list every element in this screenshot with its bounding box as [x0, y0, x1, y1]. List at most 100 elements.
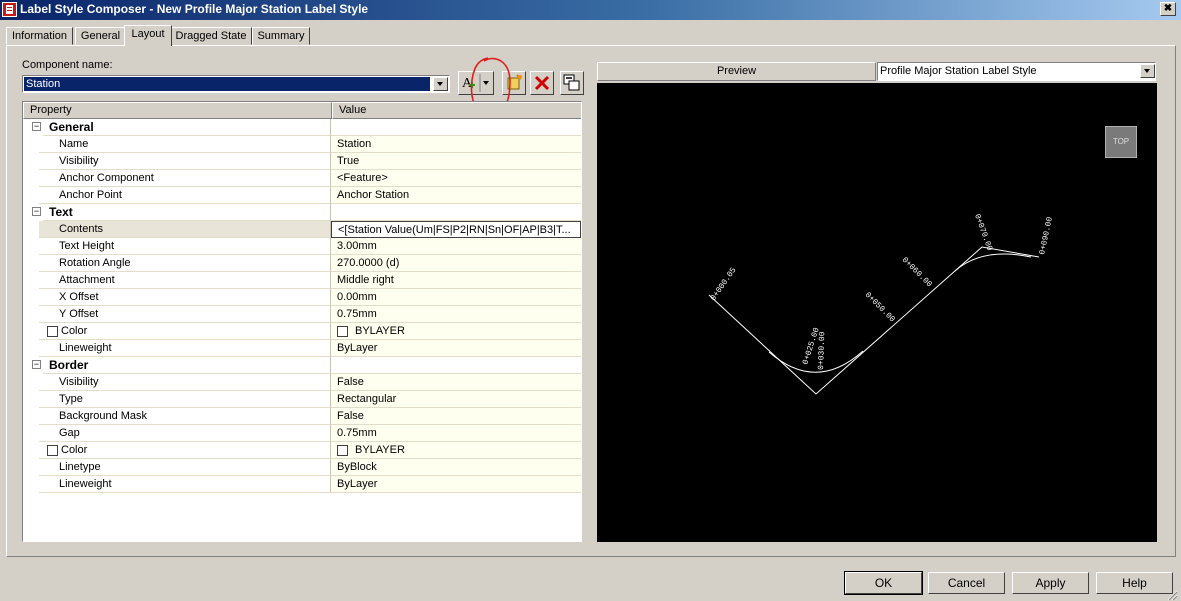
grid-property-row[interactable]: Anchor Point Anchor Station	[23, 187, 581, 204]
component-name-value: Station	[24, 77, 430, 91]
property-column-header[interactable]: Property	[23, 102, 332, 119]
row-gutter	[23, 442, 39, 459]
grid-property-row[interactable]: Lineweight ByLayer	[23, 340, 581, 357]
close-icon[interactable]: ✖	[1160, 2, 1176, 16]
property-value[interactable]: <Feature>	[331, 170, 581, 187]
property-name: Anchor Component	[39, 170, 331, 187]
property-name: Text	[43, 204, 331, 221]
collapse-icon[interactable]: −	[32, 122, 41, 131]
component-draw-order-button[interactable]	[560, 71, 584, 95]
tab-information[interactable]: Information	[6, 27, 73, 45]
preview-canvas[interactable]: TOP 0+000.05 0+025.00 0+030.00 0+050.00 …	[597, 83, 1157, 542]
row-gutter	[23, 153, 39, 170]
property-value[interactable]: Station	[331, 136, 581, 153]
color-swatch	[337, 326, 348, 337]
property-value[interactable]: ByBlock	[331, 459, 581, 476]
grid-property-row[interactable]: Name Station	[23, 136, 581, 153]
component-name-combo[interactable]: Station	[22, 75, 450, 93]
window-title: Label Style Composer - New Profile Major…	[20, 2, 369, 16]
property-value[interactable]: 270.0000 (d)	[331, 255, 581, 272]
property-name: Visibility	[39, 374, 331, 391]
property-name: Attachment	[39, 272, 331, 289]
help-button[interactable]: Help	[1096, 572, 1173, 594]
property-value[interactable]: True	[331, 153, 581, 170]
chevron-down-icon[interactable]	[433, 77, 448, 91]
row-gutter	[23, 306, 39, 323]
property-name: Rotation Angle	[39, 255, 331, 272]
property-name: Linetype	[39, 459, 331, 476]
row-gutter	[23, 221, 39, 238]
grid-property-row[interactable]: Visibility True	[23, 153, 581, 170]
component-name-label: Component name:	[22, 59, 113, 71]
grid-category-row[interactable]: − General	[23, 119, 581, 136]
chevron-down-icon[interactable]	[1140, 64, 1155, 78]
grid-property-row[interactable]: Contents <[Station Value(Um|FS|P2|RN|Sn|O…	[23, 221, 581, 238]
property-value[interactable]: ByLayer	[331, 476, 581, 493]
grid-property-row[interactable]: X Offset 0.00mm	[23, 289, 581, 306]
property-name: Text Height	[39, 238, 331, 255]
grid-property-row[interactable]: Lineweight ByLayer	[23, 476, 581, 493]
color-checkbox[interactable]	[47, 445, 58, 456]
property-value[interactable]: False	[331, 408, 581, 425]
grid-property-row[interactable]: Rotation Angle 270.0000 (d)	[23, 255, 581, 272]
grid-property-row[interactable]: Linetype ByBlock	[23, 459, 581, 476]
grid-category-row[interactable]: − Text	[23, 204, 581, 221]
tab-layout[interactable]: Layout	[124, 25, 172, 46]
grid-property-row[interactable]: Background Mask False	[23, 408, 581, 425]
row-gutter	[23, 374, 39, 391]
profile-vertical-curve	[954, 253, 1032, 272]
property-value[interactable]: Anchor Station	[331, 187, 581, 204]
station-label: 0+070.00	[972, 213, 994, 252]
row-gutter	[23, 136, 39, 153]
grid-property-row[interactable]: Gap 0.75mm	[23, 425, 581, 442]
property-value	[331, 357, 581, 374]
property-value[interactable]: 0.75mm	[331, 425, 581, 442]
property-value[interactable]: BYLAYER	[331, 323, 581, 340]
resize-grip-icon[interactable]	[1166, 589, 1178, 601]
color-checkbox[interactable]	[47, 326, 58, 337]
property-value	[331, 119, 581, 136]
preview-style-value: Profile Major Station Label Style	[880, 65, 1037, 77]
property-value[interactable]: <[Station Value(Um|FS|P2|RN|Sn|OF|AP|B3|…	[331, 221, 581, 238]
collapse-icon[interactable]: −	[32, 360, 41, 369]
tab-dragged-state[interactable]: Dragged State	[170, 27, 252, 45]
property-value[interactable]: Rectangular	[331, 391, 581, 408]
property-value[interactable]: Middle right	[331, 272, 581, 289]
property-name: Background Mask	[39, 408, 331, 425]
collapse-icon[interactable]: −	[32, 207, 41, 216]
grid-property-row[interactable]: Visibility False	[23, 374, 581, 391]
tab-general[interactable]: General	[75, 27, 126, 45]
property-value[interactable]: 3.00mm	[331, 238, 581, 255]
row-gutter	[23, 272, 39, 289]
apply-button[interactable]: Apply	[1012, 572, 1089, 594]
grid-property-row[interactable]: Text Height 3.00mm	[23, 238, 581, 255]
grid-category-row[interactable]: − Border	[23, 357, 581, 374]
property-value[interactable]: 0.75mm	[331, 306, 581, 323]
delete-component-button[interactable]	[530, 71, 554, 95]
grid-property-row[interactable]: Color BYLAYER	[23, 323, 581, 340]
property-name: X Offset	[39, 289, 331, 306]
cancel-button[interactable]: Cancel	[928, 572, 1005, 594]
station-label: 0+050.00	[863, 291, 897, 325]
grid-property-row[interactable]: Color BYLAYER	[23, 442, 581, 459]
row-gutter	[23, 476, 39, 493]
value-column-header[interactable]: Value	[332, 102, 581, 119]
property-value[interactable]: ByLayer	[331, 340, 581, 357]
ok-button[interactable]: OK	[844, 571, 923, 595]
tab-summary[interactable]: Summary	[252, 27, 310, 45]
grid-property-row[interactable]: Attachment Middle right	[23, 272, 581, 289]
row-gutter	[23, 340, 39, 357]
property-grid[interactable]: Property Value − General Name Station Visibi…	[22, 101, 582, 542]
preview-style-combo[interactable]: Profile Major Station Label Style	[877, 62, 1156, 81]
property-name: General	[43, 119, 331, 136]
property-name: Color	[39, 323, 331, 340]
property-value[interactable]: False	[331, 374, 581, 391]
property-value[interactable]: 0.00mm	[331, 289, 581, 306]
row-gutter	[23, 323, 39, 340]
property-name: Anchor Point	[39, 187, 331, 204]
row-gutter	[23, 408, 39, 425]
property-value[interactable]: BYLAYER	[331, 442, 581, 459]
grid-property-row[interactable]: Y Offset 0.75mm	[23, 306, 581, 323]
grid-property-row[interactable]: Type Rectangular	[23, 391, 581, 408]
grid-property-row[interactable]: Anchor Component <Feature>	[23, 170, 581, 187]
